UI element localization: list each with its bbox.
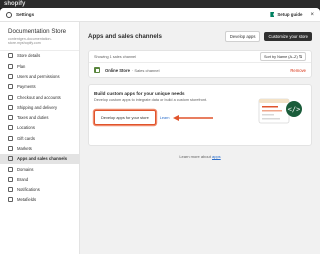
- plan-icon: [8, 63, 13, 69]
- sidebar-item-locations[interactable]: Locations: [0, 123, 79, 133]
- custom-apps-card: Build custom apps for your unique needs …: [88, 84, 312, 146]
- channel-name: Online Store: [105, 67, 130, 73]
- setup-guide-button[interactable]: Setup guide: [270, 12, 302, 17]
- sidebar-item-label: Checkout and accounts: [17, 94, 61, 100]
- footer-learn-more: Learn more about apps: [88, 154, 312, 159]
- location-icon: [8, 125, 13, 131]
- sidebar-item-label: Brand: [17, 176, 29, 182]
- sidebar-item-notifications[interactable]: Notifications: [0, 185, 79, 195]
- sidebar-item-payments[interactable]: Payments: [0, 82, 79, 92]
- sidebar-item-label: Payments: [17, 84, 36, 90]
- develop-apps-for-store-button[interactable]: Develop apps for your store: [94, 110, 156, 125]
- channel-row-online-store[interactable]: Online Store · Sales channel Remove: [89, 63, 311, 77]
- users-icon: [8, 73, 13, 79]
- annotation-arrow-icon: [173, 115, 213, 121]
- customize-store-button[interactable]: Customize your store: [264, 31, 312, 41]
- flag-icon: [270, 12, 275, 17]
- sidebar-item-metafields[interactable]: Metafields: [0, 195, 79, 205]
- sidebar-item-markets[interactable]: Markets: [0, 143, 79, 153]
- footer-prefix: Learn more about: [179, 154, 212, 159]
- sidebar-item-checkout-and-accounts[interactable]: Checkout and accounts: [0, 92, 79, 102]
- markets-icon: [8, 146, 13, 151]
- sidebar-item-store-details[interactable]: Store details: [0, 51, 79, 61]
- sidebar-item-label: Shipping and delivery: [17, 104, 58, 110]
- sidebar-item-brand[interactable]: Brand: [0, 174, 79, 184]
- main-content: Apps and sales channels Develop apps Cus…: [88, 22, 312, 254]
- remove-channel-button[interactable]: Remove: [290, 68, 306, 73]
- sidebar-item-label: Metafields: [17, 197, 37, 203]
- channel-subtitle: · Sales channel: [131, 67, 160, 73]
- gear-icon: [6, 11, 12, 18]
- page-title: Apps and sales channels: [88, 32, 162, 40]
- sales-channels-card: Showing 1 sales channel Sort by Name (A–…: [88, 50, 312, 78]
- learn-more-link[interactable]: Learn: [160, 116, 170, 120]
- apps-link[interactable]: apps: [212, 154, 221, 159]
- sidebar-item-apps-and-sales-channels[interactable]: Apps and sales channels: [0, 153, 79, 164]
- store-name: Documentation Store: [8, 28, 67, 35]
- page-header: Apps and sales channels Develop apps Cus…: [88, 28, 312, 44]
- sort-select[interactable]: Sort by Name (A–Z) ⇅: [260, 52, 306, 61]
- apps-icon: [8, 156, 13, 162]
- sales-channels-header: Showing 1 sales channel Sort by Name (A–…: [89, 51, 311, 63]
- window-title: Settings: [16, 12, 35, 17]
- setup-guide-label: Setup guide: [277, 12, 303, 17]
- domains-icon: [8, 166, 13, 172]
- sidebar-item-label: Users and permissions: [17, 73, 60, 79]
- sidebar-item-domains[interactable]: Domains: [0, 164, 79, 174]
- settings-window: Settings Setup guide × Documentation Sto…: [0, 8, 320, 254]
- sidebar-item-label: Locations: [17, 125, 35, 131]
- shipping-icon: [8, 104, 13, 110]
- store-icon: [8, 53, 13, 59]
- sidebar-item-label: Domains: [17, 166, 34, 172]
- sidebar-item-label: Gift cards: [17, 135, 35, 141]
- sidebar-item-gift-cards[interactable]: Gift cards: [0, 133, 79, 143]
- sidebar-item-taxes-and-duties[interactable]: Taxes and duties: [0, 112, 79, 122]
- background-topbar: shopify: [0, 0, 320, 8]
- taxes-icon: [8, 115, 13, 121]
- develop-apps-button[interactable]: Develop apps: [224, 30, 261, 42]
- sidebar-item-label: Apps and sales channels: [17, 156, 68, 162]
- sidebar-item-users-and-permissions[interactable]: Users and permissions: [0, 71, 79, 81]
- sidebar-item-shipping-and-delivery[interactable]: Shipping and delivery: [0, 102, 79, 112]
- bell-icon: [8, 187, 13, 193]
- sidebar-item-plan[interactable]: Plan: [0, 61, 79, 71]
- sidebar-item-label: Store details: [17, 53, 41, 59]
- gift-card-icon: [8, 135, 13, 141]
- settings-sidebar: Documentation Store contentgen-documenta…: [0, 22, 80, 254]
- sidebar-item-label: Notifications: [17, 187, 40, 193]
- sidebar-item-label: Taxes and duties: [17, 115, 49, 121]
- checkout-icon: [8, 94, 13, 100]
- online-store-icon: [94, 67, 100, 73]
- store-info: Documentation Store contentgen-documenta…: [0, 22, 79, 51]
- settings-header: Settings Setup guide ×: [0, 8, 320, 22]
- sidebar-item-label: Plan: [17, 63, 26, 69]
- svg-text:</>: </>: [288, 106, 301, 114]
- close-icon[interactable]: ×: [310, 12, 314, 18]
- code-illustration-icon: </>: [258, 98, 302, 124]
- settings-nav: Store details Plan Users and permissions Pa…: [0, 51, 79, 205]
- payments-icon: [8, 84, 13, 90]
- shopify-logo: shopify: [4, 1, 26, 7]
- sidebar-item-label: Markets: [17, 146, 32, 151]
- store-url: contentgen-documentation-store.myshopify…: [8, 36, 52, 46]
- showing-count: Showing 1 sales channel: [94, 54, 137, 59]
- brand-icon: [8, 176, 13, 182]
- metafields-icon: [8, 197, 13, 203]
